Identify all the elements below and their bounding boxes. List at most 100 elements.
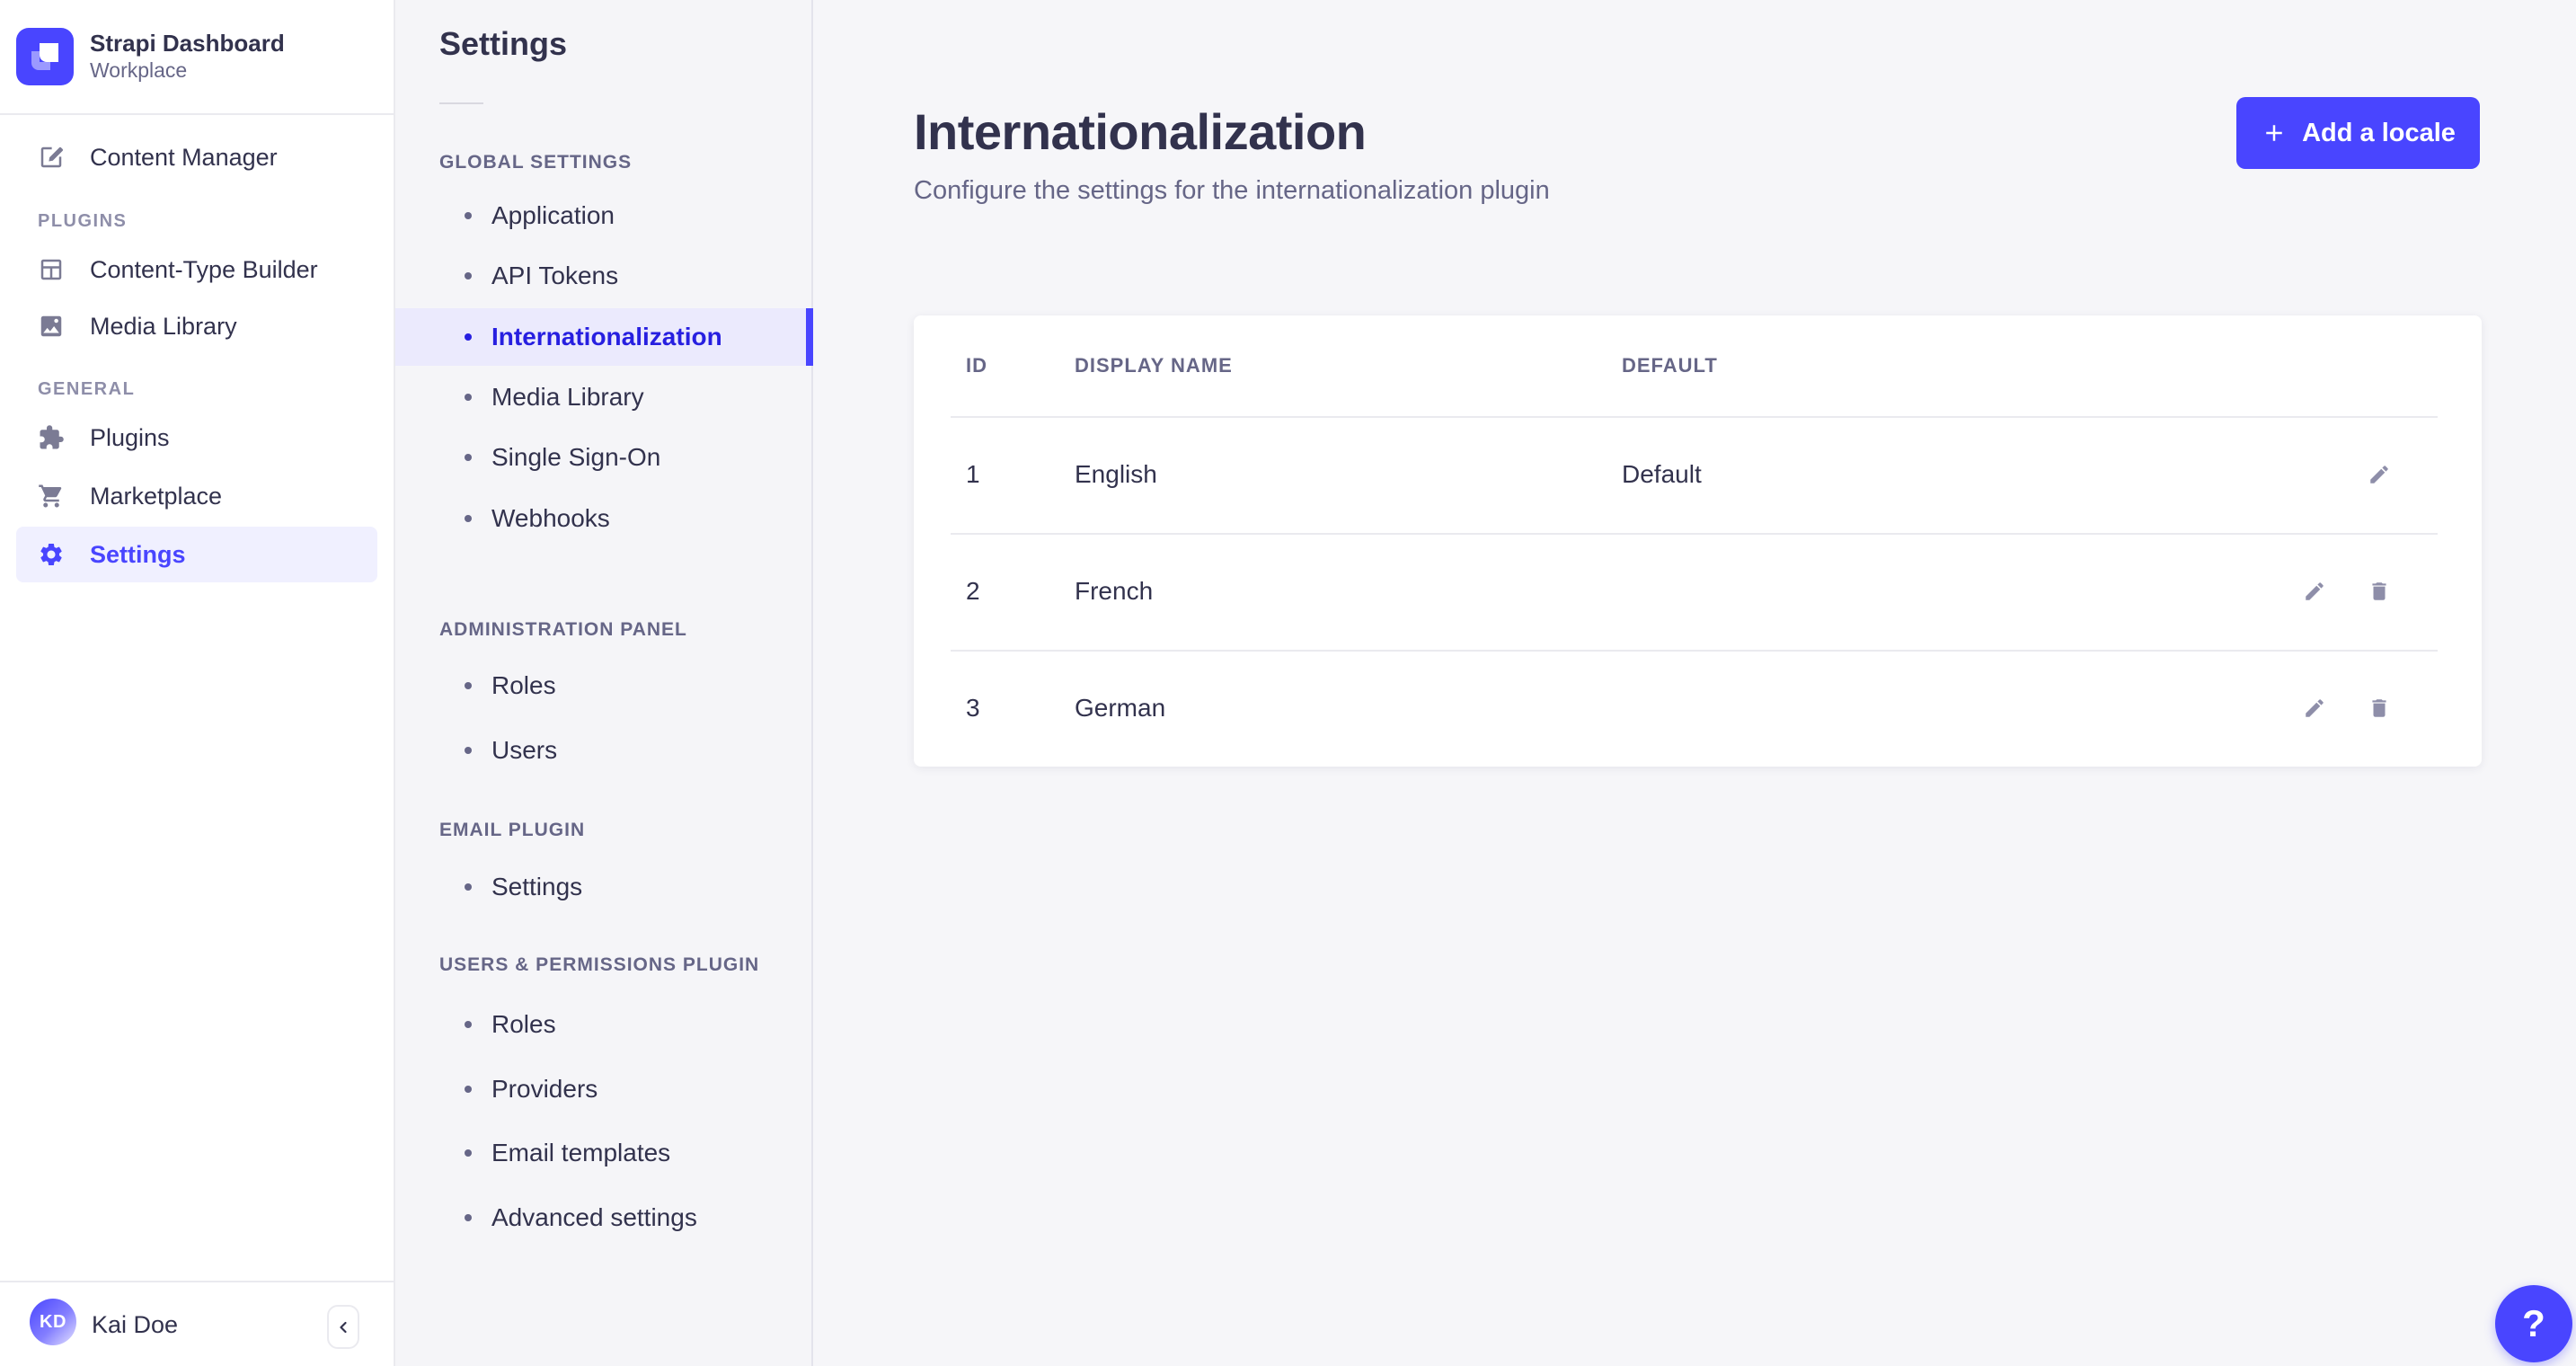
subnav-item-label: Media Library (491, 383, 644, 411)
subnav-item-advanced-settings[interactable]: Advanced settings (395, 1189, 811, 1246)
cell-default: Default (1622, 460, 1702, 488)
settings-subnav: Settings GLOBAL SETTINGS Application API… (395, 0, 813, 1366)
bullet-icon (465, 1086, 472, 1093)
sidebar-section-general: GENERAL (38, 378, 136, 399)
sidebar-footer: KD Kai Doe (0, 1281, 394, 1366)
subnav-item-label: Internationalization (491, 323, 722, 350)
subnav-item-admin-roles[interactable]: Roles (395, 657, 811, 714)
sidebar-item-label: Media Library (90, 312, 237, 340)
cell-id: 3 (966, 694, 980, 722)
sidebar-item-marketplace[interactable]: Marketplace (16, 468, 377, 524)
add-locale-button[interactable]: Add a locale (2236, 97, 2480, 169)
subnav-item-label: Single Sign-On (491, 443, 661, 471)
trash-icon (2368, 696, 2391, 720)
subnav-item-email-templates[interactable]: Email templates (395, 1124, 811, 1182)
edit-locale-button[interactable] (2368, 463, 2391, 486)
divider (439, 102, 483, 104)
table-row: 3 German (914, 650, 2482, 767)
main-sidebar: Strapi Dashboard Workplace Content Manag… (0, 0, 395, 1366)
pencil-icon (2303, 580, 2326, 603)
table-header: ID DISPLAY NAME DEFAULT (914, 315, 2482, 416)
subnav-item-admin-users[interactable]: Users (395, 722, 811, 779)
subnav-item-api-tokens[interactable]: API Tokens (395, 247, 811, 305)
bullet-icon (465, 1021, 472, 1028)
sidebar-item-content-type-builder[interactable]: Content-Type Builder (16, 242, 377, 297)
bullet-icon (465, 333, 472, 341)
sidebar-item-settings[interactable]: Settings (16, 527, 377, 582)
cart-icon (38, 483, 65, 510)
subnav-item-up-roles[interactable]: Roles (395, 996, 811, 1053)
table-row: 1 English Default (914, 416, 2482, 533)
strapi-settings-page: Strapi Dashboard Workplace Content Manag… (0, 0, 2576, 1366)
sidebar-item-label: Plugins (90, 423, 170, 451)
sidebar-item-label: Settings (90, 540, 186, 568)
bullet-icon (465, 1214, 472, 1221)
sidebar-item-label: Content-Type Builder (90, 255, 318, 283)
subnav-item-label: Providers (491, 1075, 598, 1103)
subnav-item-media-library[interactable]: Media Library (395, 368, 811, 426)
edit-locale-button[interactable] (2303, 580, 2326, 603)
subnav-item-label: Users (491, 736, 558, 764)
subnav-item-single-sign-on[interactable]: Single Sign-On (395, 429, 811, 486)
plus-icon (2261, 120, 2288, 146)
workspace-switcher[interactable]: Strapi Dashboard Workplace (0, 0, 394, 115)
subnav-item-label: API Tokens (491, 262, 619, 289)
subnav-item-label: Webhooks (491, 504, 610, 532)
subnav-section-users-permissions-plugin: USERS & PERMISSIONS PLUGIN (439, 954, 760, 975)
subnav-item-label: Email templates (491, 1139, 671, 1166)
pencil-icon (2368, 463, 2391, 486)
row-actions (2303, 650, 2391, 767)
subnav-section-global-settings: GLOBAL SETTINGS (439, 152, 633, 173)
help-button[interactable]: ? (2495, 1285, 2572, 1362)
delete-locale-button[interactable] (2368, 696, 2391, 720)
table-row: 2 French (914, 533, 2482, 650)
sidebar-item-plugins[interactable]: Plugins (16, 410, 377, 466)
sidebar-item-content-manager[interactable]: Content Manager (16, 129, 377, 185)
sidebar-item-media-library[interactable]: Media Library (16, 298, 377, 354)
workspace-info: Strapi Dashboard Workplace (90, 30, 285, 84)
bullet-icon (465, 682, 472, 689)
strapi-logo-icon (16, 28, 74, 85)
column-header-id: ID (966, 354, 987, 377)
subnav-item-label: Roles (491, 1010, 556, 1038)
sidebar-section-plugins: PLUGINS (38, 210, 128, 231)
puzzle-icon (38, 424, 65, 451)
delete-locale-button[interactable] (2368, 580, 2391, 603)
page-title: Internationalization (914, 103, 1367, 160)
main-content: Internationalization Configure the setti… (813, 0, 2576, 1366)
edit-locale-button[interactable] (2303, 696, 2326, 720)
row-actions (2303, 533, 2391, 650)
bullet-icon (465, 212, 472, 219)
subnav-item-email-settings[interactable]: Settings (395, 858, 811, 916)
workspace-title: Strapi Dashboard (90, 30, 285, 58)
locales-table: ID DISPLAY NAME DEFAULT 1 English Defaul… (914, 315, 2482, 767)
page-subtitle: Configure the settings for the internati… (914, 176, 1550, 205)
workspace-subtitle: Workplace (90, 58, 188, 83)
user-avatar[interactable]: KD (30, 1299, 76, 1345)
collapse-sidebar-button[interactable] (327, 1305, 359, 1349)
subnav-section-administration-panel: ADMINISTRATION PANEL (439, 619, 687, 640)
bullet-icon (465, 394, 472, 401)
cell-display-name: German (1075, 694, 1166, 722)
subnav-item-webhooks[interactable]: Webhooks (395, 490, 811, 547)
cell-display-name: English (1075, 460, 1157, 488)
cell-id: 2 (966, 577, 980, 605)
bullet-icon (465, 454, 472, 461)
bullet-icon (465, 515, 472, 522)
subnav-item-application[interactable]: Application (395, 187, 811, 244)
bullet-icon (465, 747, 472, 754)
user-name[interactable]: Kai Doe (92, 1282, 178, 1366)
bullet-icon (465, 272, 472, 279)
column-header-default: DEFAULT (1622, 354, 1718, 377)
subnav-item-internationalization[interactable]: Internationalization (395, 308, 813, 366)
subnav-section-email-plugin: EMAIL PLUGIN (439, 820, 586, 840)
gear-icon (38, 541, 65, 568)
avatar-initials: KD (40, 1311, 66, 1332)
sidebar-item-label: Marketplace (90, 482, 223, 510)
subnav-item-label: Roles (491, 671, 556, 699)
trash-icon (2368, 580, 2391, 603)
subnav-item-providers[interactable]: Providers (395, 1060, 811, 1118)
pen-square-icon (38, 144, 65, 171)
question-mark-icon: ? (2522, 1302, 2545, 1344)
image-icon (38, 313, 65, 340)
